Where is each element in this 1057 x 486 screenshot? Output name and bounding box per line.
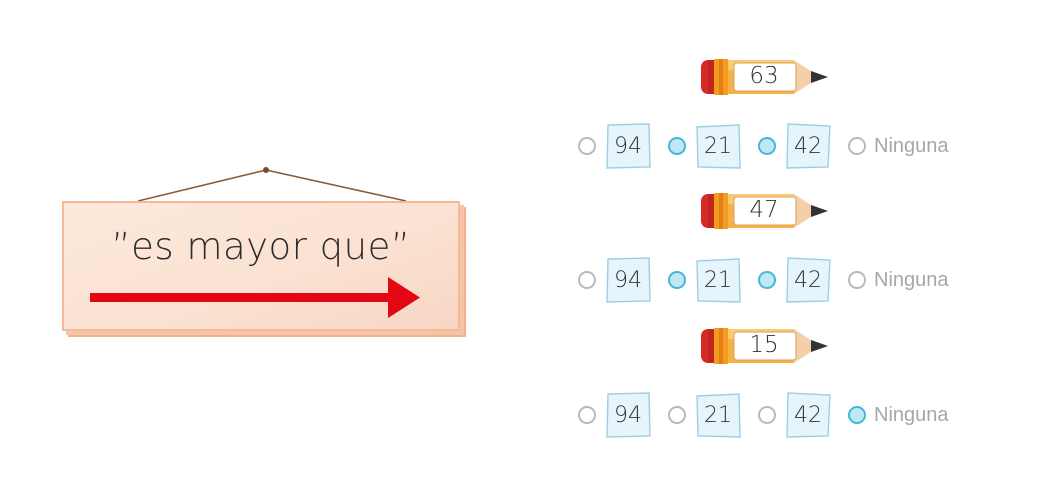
- number-label: 94: [614, 267, 642, 293]
- number-card: 42: [785, 392, 831, 438]
- option-42[interactable]: 42: [758, 390, 831, 440]
- number-card: 42: [785, 257, 831, 303]
- number-label: 21: [704, 402, 732, 428]
- number-label: 42: [794, 402, 822, 428]
- option-42[interactable]: 42: [758, 121, 831, 171]
- radio-button[interactable]: [758, 271, 776, 289]
- target-number: 15: [749, 332, 779, 358]
- radio-button[interactable]: [668, 406, 686, 424]
- radio-button[interactable]: [848, 271, 866, 289]
- number-label: 21: [704, 267, 732, 293]
- number-card: 21: [695, 123, 741, 169]
- option-94[interactable]: 94: [578, 255, 651, 305]
- radio-button[interactable]: [578, 271, 596, 289]
- number-label: 42: [794, 133, 822, 159]
- option-none[interactable]: Ninguna: [848, 390, 949, 440]
- sign-board: ”es mayor que”: [62, 201, 460, 331]
- hanging-sign: ”es mayor que”: [58, 165, 468, 340]
- number-card: 94: [605, 257, 651, 303]
- none-label: Ninguna: [874, 268, 949, 291]
- option-none[interactable]: Ninguna: [848, 121, 949, 171]
- pencil-number-card: 63: [700, 56, 832, 98]
- radio-button[interactable]: [668, 137, 686, 155]
- option-21[interactable]: 21: [668, 121, 741, 171]
- radio-button[interactable]: [668, 271, 686, 289]
- pencil-number-card: 15: [700, 325, 832, 367]
- radio-button[interactable]: [578, 406, 596, 424]
- option-94[interactable]: 94: [578, 390, 651, 440]
- right-arrow-icon: [90, 277, 420, 318]
- number-card: 21: [695, 392, 741, 438]
- options-row: 94 21 42 Ninguna: [578, 121, 998, 171]
- number-card: 21: [695, 257, 741, 303]
- radio-button[interactable]: [848, 406, 866, 424]
- number-label: 94: [614, 133, 642, 159]
- target-number: 63: [749, 63, 779, 89]
- number-label: 21: [704, 133, 732, 159]
- number-card: 42: [785, 123, 831, 169]
- number-label: 42: [794, 267, 822, 293]
- radio-button[interactable]: [578, 137, 596, 155]
- option-21[interactable]: 21: [668, 255, 741, 305]
- number-card: 94: [605, 123, 651, 169]
- sign-text: ”es mayor que”: [111, 225, 411, 268]
- sign-string: [137, 167, 407, 202]
- number-card: 94: [605, 392, 651, 438]
- none-label: Ninguna: [874, 134, 949, 157]
- option-94[interactable]: 94: [578, 121, 651, 171]
- number-label: 94: [614, 402, 642, 428]
- none-label: Ninguna: [874, 403, 949, 426]
- options-row: 94 21 42 Ninguna: [578, 255, 998, 305]
- target-number: 47: [749, 197, 779, 223]
- option-42[interactable]: 42: [758, 255, 831, 305]
- radio-button[interactable]: [758, 137, 776, 155]
- option-21[interactable]: 21: [668, 390, 741, 440]
- options-row: 94 21 42 Ninguna: [578, 390, 998, 440]
- option-none[interactable]: Ninguna: [848, 255, 949, 305]
- pencil-number-card: 47: [700, 190, 832, 232]
- radio-button[interactable]: [758, 406, 776, 424]
- radio-button[interactable]: [848, 137, 866, 155]
